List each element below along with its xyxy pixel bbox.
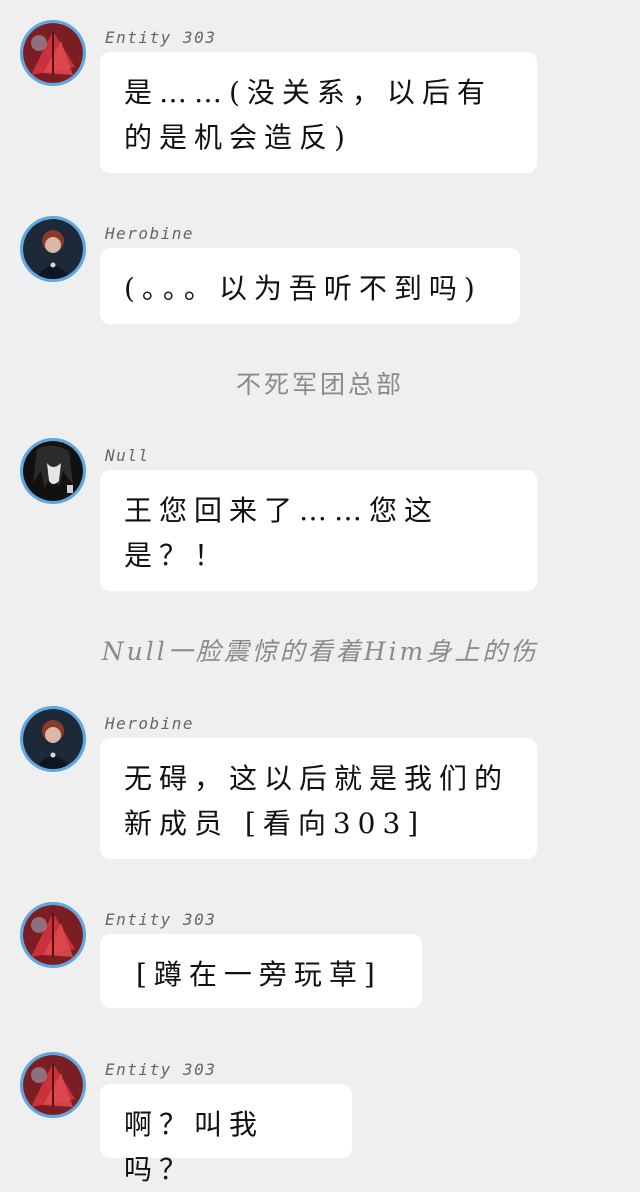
null-avatar[interactable]	[20, 438, 86, 504]
black-hair-avatar-icon	[23, 441, 83, 501]
sender-name: Herobine	[105, 224, 195, 243]
sender-name: Entity 303	[105, 910, 217, 929]
dark-figure-avatar-icon	[23, 709, 83, 769]
scene-narration: Null一脸震惊的看着Him身上的伤	[101, 637, 539, 666]
message-bubble[interactable]: 是……(没关系，以后有的是机会造反)	[100, 52, 537, 173]
herobine-avatar[interactable]	[20, 216, 86, 282]
sender-name: Entity 303	[105, 28, 217, 47]
scene-narration: 不死军团总部	[235, 370, 404, 399]
red-leaf-avatar-icon	[23, 1055, 83, 1115]
dark-figure-avatar-icon	[23, 219, 83, 279]
herobine-avatar[interactable]	[20, 706, 86, 772]
sender-name: Entity 303	[105, 1060, 217, 1079]
entity-303-avatar[interactable]	[20, 1052, 86, 1118]
message-bubble[interactable]: [蹲在一旁玩草]	[100, 934, 422, 1008]
sender-name: Herobine	[105, 714, 195, 733]
message-bubble[interactable]: (。。。以为吾听不到吗)	[100, 248, 520, 324]
message-bubble[interactable]: 无碍，这以后就是我们的新成员 [看向303]	[100, 738, 537, 859]
sender-name: Null	[105, 446, 150, 465]
red-leaf-avatar-icon	[23, 23, 83, 83]
message-bubble[interactable]: 王您回来了……您这是？！	[100, 470, 537, 591]
entity-303-avatar[interactable]	[20, 902, 86, 968]
red-leaf-avatar-icon	[23, 905, 83, 965]
message-bubble[interactable]: 啊？叫我吗？	[100, 1084, 352, 1186]
entity-303-avatar[interactable]	[20, 20, 86, 86]
